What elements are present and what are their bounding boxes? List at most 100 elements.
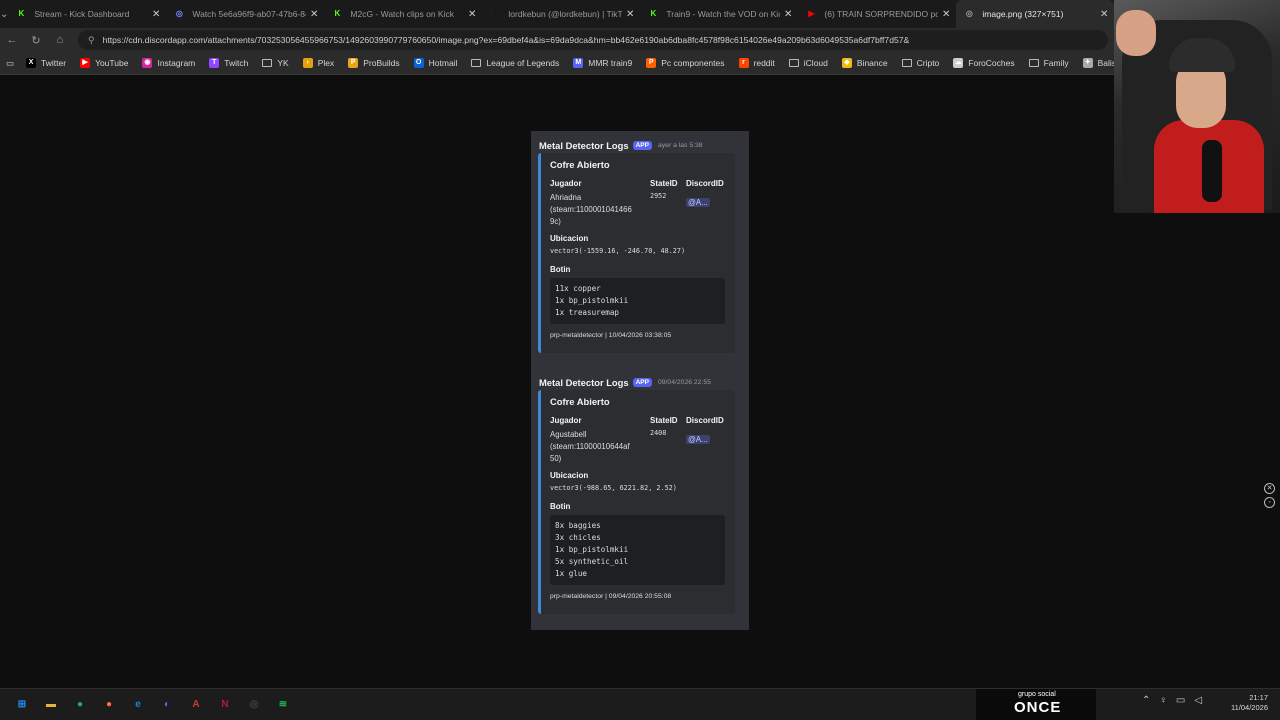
browser-tab[interactable]: ◎ image.png (327×751) ✕	[956, 0, 1115, 28]
microphone-icon[interactable]: ♀	[1159, 695, 1167, 706]
bookmark-label: ForoCoches	[968, 58, 1015, 68]
bookmark-pc-componentes[interactable]: P Pc componentes	[646, 58, 725, 68]
ubicacion-value: vector3(-988.65, 6221.82, 2.52)	[550, 484, 677, 492]
browser-tab[interactable]: K Stream - Kick Dashboard ✕	[8, 0, 166, 28]
botin-item: 3x chicles	[555, 533, 601, 542]
windows-start-icon[interactable]: ⊞	[11, 694, 33, 716]
discord-icon[interactable]: ◐	[156, 694, 178, 716]
bookmark-twitter[interactable]: X Twitter	[26, 58, 66, 68]
close-tab-icon[interactable]: ✕	[468, 9, 476, 20]
bookmark-hotmail[interactable]: O Hotmail	[413, 58, 457, 68]
streamer-hand	[1116, 10, 1156, 56]
bookmark-youtube[interactable]: ▶ YouTube	[80, 58, 128, 68]
mmr-icon: M	[573, 58, 584, 68]
tiktok-icon: ♪	[493, 9, 498, 18]
jugador-line: 50)	[550, 454, 562, 463]
system-tray: ⌃ ♀ ▭ ◁	[1142, 695, 1202, 706]
bookmark-probuilds[interactable]: P ProBuilds	[348, 58, 400, 68]
bookmark-cripto[interactable]: Cripto	[901, 58, 939, 68]
twitch-icon: T	[209, 58, 220, 68]
tab-title: Stream - Kick Dashboard	[34, 9, 130, 19]
bookmark-label: iCloud	[803, 58, 828, 68]
bookmark-league-of-legends[interactable]: League of Legends	[471, 58, 559, 68]
bookmark-label: MMR train9	[588, 58, 633, 68]
network-icon[interactable]: ▭	[1176, 695, 1185, 706]
close-tab-icon[interactable]: ✕	[626, 9, 634, 20]
riot-client-icon[interactable]: A	[185, 694, 207, 716]
bookmark-mmr-train9[interactable]: M MMR train9	[573, 58, 632, 68]
volume-icon[interactable]: ◁	[1194, 695, 1202, 706]
screen: ⌄ K Stream - Kick Dashboard ✕ ◎ Watch 5e6a96…	[0, 0, 1280, 720]
embed-card: Cofre Abierto Jugador Ahriadna (steam:11…	[538, 153, 735, 353]
bookmark-label: Binance	[856, 58, 888, 68]
chevron-up-icon[interactable]: ⌃	[1142, 695, 1150, 706]
folder-icon	[262, 59, 273, 67]
obs-icon[interactable]: ◎	[243, 694, 265, 716]
bookmark-label: reddit	[753, 58, 775, 68]
close-circle-icon[interactable]: ✕	[1264, 483, 1275, 494]
x-icon: X	[26, 58, 37, 68]
embed-footer: prp-metaldetector | 09/04/2026 20:55:08	[550, 593, 672, 600]
app-badge: APP	[632, 140, 652, 150]
bookmark-plex[interactable]: › Plex	[302, 58, 334, 68]
close-tab-icon[interactable]: ✕	[1100, 9, 1108, 20]
kick-next-icon[interactable]: N	[214, 694, 236, 716]
bookmark-icloud[interactable]: iCloud	[788, 58, 828, 68]
brand-small-text: grupo social	[1018, 691, 1056, 698]
close-tab-icon[interactable]: ✕	[784, 9, 792, 20]
clock[interactable]: 21:17 11/04/2026	[1224, 693, 1268, 713]
folder-icon	[1028, 59, 1039, 67]
reload-icon[interactable]: ↻	[24, 34, 48, 47]
botin-item: 8x baggies	[555, 521, 601, 530]
bookmark-reddit[interactable]: r reddit	[738, 58, 775, 68]
stateid-field: StateID 2408	[650, 416, 686, 465]
file-explorer-icon[interactable]: ▬	[40, 694, 62, 716]
browser-tab[interactable]: ▶ (6) TRAIN SORPRENDIDO por AR ✕	[798, 0, 956, 28]
tab-search-icon[interactable]: ⌄	[0, 0, 8, 28]
home-icon[interactable]: ⌂	[48, 34, 72, 46]
ubicacion-label: Ubicacion	[550, 234, 589, 243]
message-time: ayer a las 5:38	[657, 141, 703, 149]
edge-icon[interactable]: e	[127, 694, 149, 716]
bookmark-yk[interactable]: YK	[262, 58, 289, 68]
tab-title: image.png (327×751)	[982, 9, 1064, 19]
bookmark-instagram[interactable]: ◉ Instagram	[142, 58, 195, 68]
user-mention[interactable]: @A...	[686, 435, 710, 444]
bookmark-label: League of Legends	[486, 58, 560, 68]
address-bar[interactable]: ⚲ https://cdn.discordapp.com/attachments…	[78, 30, 1108, 50]
site-info-icon[interactable]: ⚲	[88, 35, 95, 46]
spotify-icon[interactable]: ≋	[272, 694, 294, 716]
browser-toolbar: ← ↻ ⌂ ⚲ https://cdn.discordapp.com/attac…	[0, 28, 1114, 52]
stateid-field: StateID 2952	[650, 179, 686, 228]
discordid-label: DiscordID	[686, 416, 724, 425]
bookmark-binance[interactable]: ◆ Binance	[841, 58, 888, 68]
chrome-icon[interactable]: ●	[69, 694, 91, 716]
close-tab-icon[interactable]: ✕	[942, 9, 950, 20]
user-mention[interactable]: @A...	[686, 198, 710, 207]
tab-title: M2cG - Watch clips on Kick	[350, 9, 454, 19]
botin-codeblock: 11x copper 1x bp_pistolmkii 1x treasurem…	[550, 278, 725, 324]
page-viewport: Metal Detector Logs APP ayer a las 5:38 …	[0, 76, 1280, 687]
bookmark-forocoches[interactable]: ☁ ForoCoches	[953, 58, 1015, 68]
embed-footer: prp-metaldetector | 10/04/2026 03:38:05	[550, 332, 672, 339]
bookmark-twitch[interactable]: T Twitch	[209, 58, 248, 68]
windows-taskbar: ⊞ ▬ ● ● e ◐ A N ◎ ≋ grupo social ONCE ⌃ ♀ ▭ ◁ 21:…	[0, 688, 1280, 720]
close-tab-icon[interactable]: ✕	[152, 9, 160, 20]
browser-tab[interactable]: ♪ lordkebun (@lordkebun) | TikTok ✕	[482, 0, 640, 28]
browser-tab[interactable]: K M2cG - Watch clips on Kick ✕	[324, 0, 482, 28]
bookmark-family[interactable]: Family	[1028, 58, 1069, 68]
jugador-line: 9c)	[550, 217, 561, 226]
browser-tab[interactable]: ◎ Watch 5e6a96f9-ab07-47b6-84a7 ✕	[166, 0, 324, 28]
back-arrow-icon[interactable]: ←	[0, 34, 24, 46]
youtube-icon: ▶	[80, 58, 91, 68]
settings-circle-icon[interactable]: ◦	[1264, 497, 1275, 508]
botin-label: Botin	[550, 265, 571, 274]
discordid-label: DiscordID	[686, 179, 724, 188]
close-tab-icon[interactable]: ✕	[310, 9, 318, 20]
side-widget: ✕ ◦	[1264, 483, 1278, 513]
instagram-icon: ◉	[142, 58, 153, 68]
browser-tab[interactable]: K Train9 - Watch the VOD on Kick ✕	[640, 0, 798, 28]
kick-icon: K	[334, 9, 341, 18]
firefox-icon[interactable]: ●	[98, 694, 120, 716]
reading-list-icon[interactable]: ▭	[6, 58, 14, 69]
